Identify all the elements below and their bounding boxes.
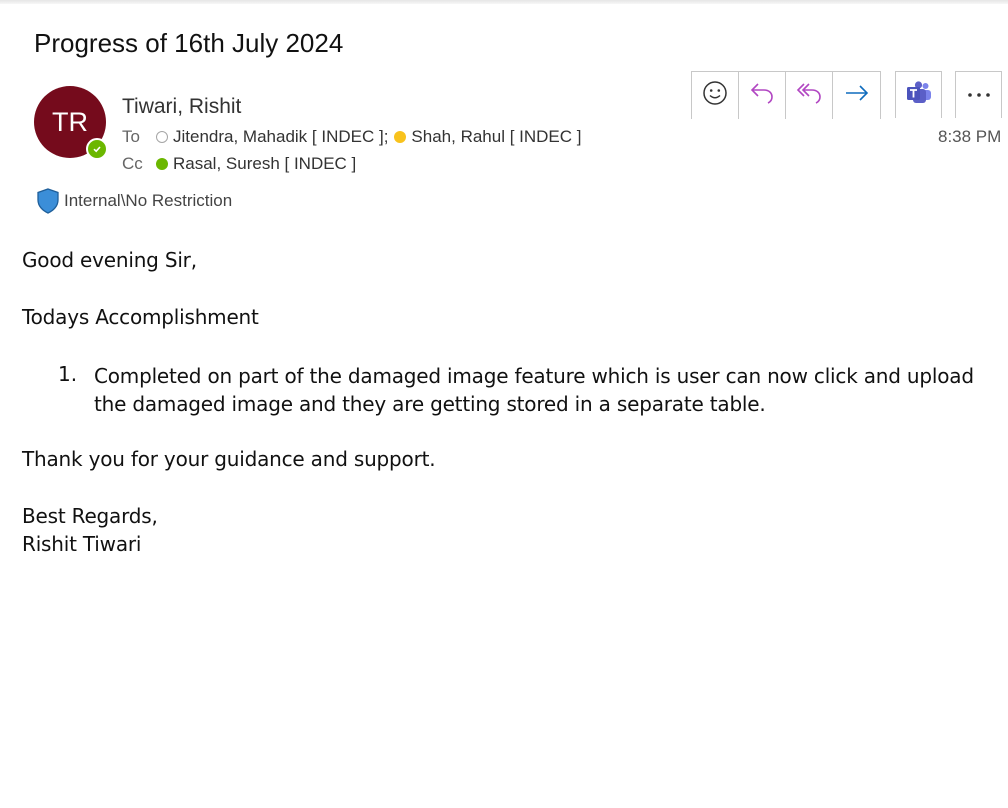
presence-offline-icon [156, 131, 168, 143]
reply-all-icon [795, 80, 823, 111]
thanks-text: Thank you for your guidance and support. [22, 447, 436, 471]
recipient-jitendra[interactable]: Jitendra, Mahadik [ INDEC ]; [156, 127, 388, 147]
react-button[interactable] [692, 72, 739, 119]
emoji-icon [702, 80, 728, 111]
window-top-border [0, 0, 1008, 4]
reply-all-button[interactable] [786, 72, 833, 119]
message-actions-toolbar [691, 71, 881, 119]
cc-row: Cc Rasal, Suresh [ INDEC ] [122, 153, 360, 175]
closing-text: Best Regards, [22, 504, 158, 528]
teams-chat-button[interactable] [895, 71, 942, 118]
recipient-name: Jitendra, Mahadik [ INDEC ]; [173, 127, 389, 146]
teams-icon [905, 79, 933, 112]
signature-text: Rishit Tiwari [22, 532, 142, 556]
avatar-initials: TR [52, 107, 88, 137]
email-subject: Progress of 16th July 2024 [34, 28, 344, 58]
recipient-name: Rasal, Suresh [ INDEC ] [173, 154, 357, 173]
to-row: To Jitendra, Mahadik [ INDEC ]; Shah, Ra… [122, 126, 586, 148]
recipient-shah[interactable]: Shah, Rahul [ INDEC ] [394, 127, 582, 147]
list-item: Completed on part of the damaged image f… [94, 364, 974, 416]
presence-available-icon [86, 138, 108, 160]
more-actions-button[interactable] [955, 71, 1002, 118]
forward-icon [843, 80, 871, 111]
sender-name[interactable]: Tiwari, Rishit [122, 95, 241, 119]
more-icon [966, 86, 992, 104]
presence-available-icon [156, 158, 168, 170]
forward-button[interactable] [833, 72, 880, 119]
reply-icon [748, 80, 776, 111]
section-heading: Todays Accomplishment [22, 305, 259, 329]
cc-label: Cc [122, 154, 143, 173]
list-item-number: 1. [58, 362, 78, 386]
reply-button[interactable] [739, 72, 786, 119]
recipient-rasal[interactable]: Rasal, Suresh [ INDEC ] [156, 154, 356, 174]
sent-time: 8:38 PM [938, 127, 1002, 146]
presence-away-icon [394, 131, 407, 143]
sensitivity-label[interactable]: Internal\No Restriction [36, 188, 232, 214]
sensitivity-text: Internal\No Restriction [64, 191, 233, 210]
greeting-text: Good evening Sir, [22, 248, 197, 272]
shield-icon [36, 188, 60, 214]
recipient-name: Shah, Rahul [ INDEC ] [411, 127, 582, 146]
to-label: To [122, 127, 140, 146]
